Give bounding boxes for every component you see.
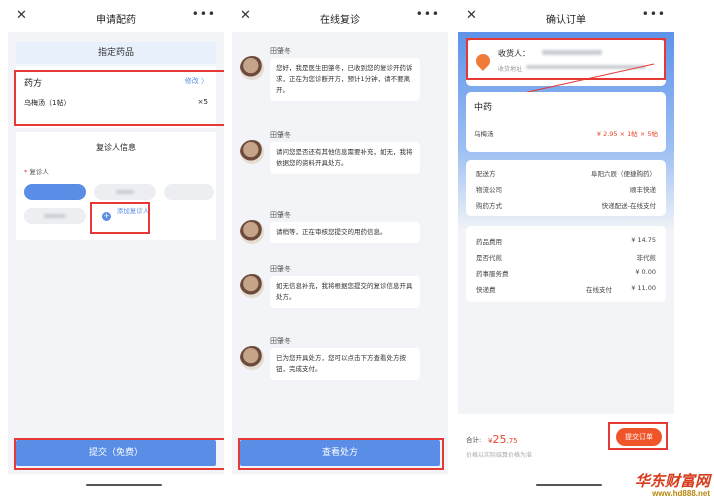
message-bubble: 请问您是否还有其他信息需要补充，如无，我将依据您的资料开具处方。: [270, 142, 420, 174]
decoct-label: 是否代煎: [476, 254, 502, 262]
express-row: 快递费 在线支付 ¥ 11.00: [476, 284, 656, 296]
chat-message: 田肇冬 请稍等，正在审核您提交的用药信息。: [240, 210, 440, 250]
view-prescription-highlight: [238, 438, 444, 470]
doctor-avatar: [240, 220, 264, 244]
section-title: 指定药品: [16, 42, 216, 64]
chat-message: 田肇冬 您好，我是医生田肇冬，已收到您的复诊开药诉求，正在为您诊断开方，预计1分…: [240, 46, 440, 116]
service-fee-label: 药事服务费: [476, 270, 509, 278]
express-pay: 在线支付: [586, 286, 612, 294]
more-icon[interactable]: •••: [642, 7, 666, 21]
add-patient-highlight: [90, 202, 150, 234]
medicine-card: 中药 乌梅汤 ¥ 2.95 × 1帖 × 5帖: [466, 92, 666, 152]
express-label: 快递费: [476, 286, 496, 294]
doctor-name: 田肇冬: [270, 265, 291, 273]
home-indicator: [536, 484, 602, 486]
doctor-avatar: [240, 274, 264, 298]
drug-fee-label: 药品费用: [476, 238, 502, 246]
site-watermark: 华东财富网 www.hd888.net: [635, 473, 710, 498]
doctor-name: 田肇冬: [270, 131, 291, 139]
patient-chip-selected[interactable]: [24, 184, 86, 200]
total-label: 合计:: [466, 436, 482, 444]
drug-fee-row: 药品费用 ¥ 14.75: [476, 236, 656, 248]
watermark-url: www.hd888.net: [652, 489, 710, 498]
purchase-row: 购药方式 快递配送-在线支付: [476, 200, 656, 212]
home-indicator: [86, 484, 162, 486]
confirm-order-panel: ✕ 确认订单 ••• 收货人： 收货地址 中药 乌梅汤 ¥ 2.95 × 1帖 …: [458, 4, 674, 474]
page-title: 申请配药: [96, 14, 136, 26]
total-price: ¥25.75: [488, 428, 518, 447]
more-icon[interactable]: •••: [416, 7, 440, 21]
message-bubble: 请稍等，正在审核您提交的用药信息。: [270, 222, 420, 243]
category-title: 中药: [474, 103, 493, 113]
service-fee-row: 药事服务费 ¥ 0.00: [476, 268, 656, 280]
panel1-header: ✕ 申请配药 •••: [8, 4, 224, 32]
pharmacy-row: 配送方 阜阳六辰（便捷购药）: [476, 168, 656, 180]
delivery-card: 配送方 阜阳六辰（便捷购药） 物流公司 顺丰快递 购药方式 快递配送-在线支付: [466, 160, 666, 216]
blurred-name: [44, 214, 66, 218]
submit-highlight: [14, 438, 224, 470]
chat-message: 田肇冬 已为您开具处方，您可以点击下方查看处方按钮，完成支付。: [240, 336, 440, 396]
doctor-avatar: [240, 56, 264, 80]
pharmacy-value: 阜阳六辰（便捷购药）: [591, 170, 656, 178]
item-price: ¥ 2.95 × 1帖 × 5帖: [596, 130, 658, 138]
message-bubble: 您好，我是医生田肇冬，已收到您的复诊开药诉求，正在为您诊断开方，预计1分钟，请不…: [270, 58, 420, 101]
express-value: ¥ 11.00: [631, 284, 656, 292]
close-icon[interactable]: ✕: [16, 8, 27, 23]
logistics-row: 物流公司 顺丰快递: [476, 184, 656, 196]
more-icon[interactable]: •••: [192, 7, 216, 21]
item-name: 乌梅汤: [474, 130, 494, 138]
patient-section-title: 复诊人信息: [96, 143, 136, 152]
doctor-name: 田肇冬: [270, 211, 291, 219]
doctor-name: 田肇冬: [270, 337, 291, 345]
purchase-label: 购药方式: [476, 202, 502, 210]
service-fee-value: ¥ 0.00: [635, 268, 656, 276]
patient-label-text: 复诊人: [29, 168, 49, 176]
purchase-value: 快递配送-在线支付: [601, 202, 656, 210]
prescription-highlight: [14, 70, 224, 126]
fee-card: 药品费用 ¥ 14.75 是否代煎 非代煎 药事服务费 ¥ 0.00 快递费 在…: [466, 226, 666, 302]
patient-chip[interactable]: [164, 184, 214, 200]
decoct-value: 非代煎: [636, 254, 657, 262]
watermark-brand: 华东财富网: [634, 472, 710, 490]
logistics-label: 物流公司: [476, 186, 502, 194]
apply-medicine-panel: ✕ 申请配药 ••• 指定药品 药方 修改 〉 乌梅汤（1帖） ×5 复诊人信息…: [8, 4, 224, 474]
close-icon[interactable]: ✕: [240, 8, 251, 23]
message-bubble: 已为您开具处方，您可以点击下方查看处方按钮，完成支付。: [270, 348, 420, 380]
total-dec: .75: [506, 437, 518, 445]
panel3-header: ✕ 确认订单 •••: [458, 4, 674, 32]
blurred-name: [116, 190, 134, 194]
panel2-header: ✕ 在线复诊 •••: [232, 4, 448, 32]
logistics-value: 顺丰快递: [630, 186, 656, 194]
drug-fee-value: ¥ 14.75: [631, 236, 656, 244]
online-revisit-panel: ✕ 在线复诊 ••• 田肇冬 您好，我是医生田肇冬，已收到您的复诊开药诉求，正在…: [232, 4, 448, 474]
chat-message: 田肇冬 如无信息补充，我将根据您提交的复诊信息开具处方。: [240, 264, 440, 324]
total-int: 25: [492, 433, 507, 446]
page-title: 在线复诊: [320, 14, 360, 26]
submit-order-highlight: [608, 422, 668, 450]
decoct-row: 是否代煎 非代煎: [476, 252, 656, 264]
total-note: 价格以实际结算价格为准: [466, 452, 533, 459]
message-bubble: 如无信息补充，我将根据您提交的复诊信息开具处方。: [270, 276, 420, 308]
close-icon[interactable]: ✕: [466, 8, 477, 23]
patient-label: * 复诊人: [24, 168, 49, 176]
page-title: 确认订单: [546, 14, 586, 26]
doctor-avatar: [240, 346, 264, 370]
doctor-avatar: [240, 140, 264, 164]
pharmacy-label: 配送方: [476, 170, 496, 178]
chat-message: 田肇冬 请问您是否还有其他信息需要补充，如无，我将依据您的资料开具处方。: [240, 130, 440, 190]
doctor-name: 田肇冬: [270, 47, 291, 55]
